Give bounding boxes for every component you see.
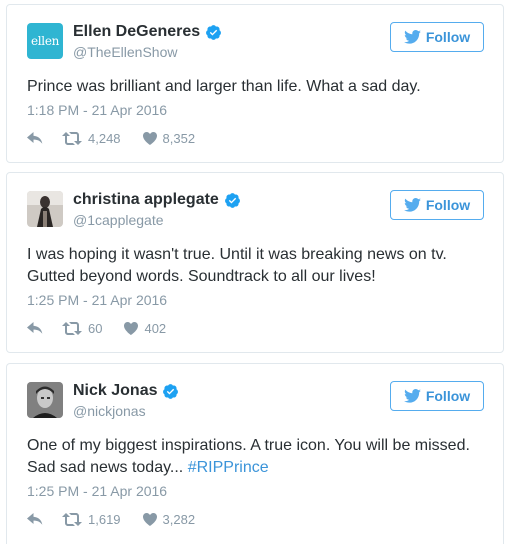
retweet-icon [62, 513, 82, 526]
tweet-timestamp[interactable]: 1:25 PM - 21 Apr 2016 [27, 292, 167, 308]
reply-icon [27, 322, 43, 334]
author-handle[interactable]: @nickjonas [73, 403, 146, 419]
author-name[interactable]: Nick Jonas [73, 382, 157, 400]
retweet-button[interactable]: 1,619 [62, 512, 121, 527]
author-handle[interactable]: @1capplegate [73, 212, 164, 228]
hashtag-link[interactable]: #RIPPrince [188, 459, 269, 476]
like-button[interactable]: 8,352 [142, 131, 196, 146]
heart-icon [142, 513, 157, 526]
retweet-button[interactable]: 60 [62, 321, 102, 336]
reply-button[interactable] [27, 322, 62, 335]
follow-label: Follow [425, 388, 471, 404]
retweet-icon [62, 132, 82, 145]
retweet-count: 4,248 [88, 131, 121, 146]
tweet-text: I was hoping it wasn't true. Until it wa… [27, 244, 483, 288]
tweet-card-nickjonas: Nick Jonas @nickjonas Follow One of my b… [6, 363, 504, 544]
like-count: 3,282 [162, 512, 196, 527]
tweet-timestamp[interactable]: 1:25 PM - 21 Apr 2016 [27, 483, 167, 499]
follow-label: Follow [425, 29, 471, 45]
reply-icon [27, 513, 43, 525]
follow-button[interactable]: Follow [390, 381, 484, 411]
verified-badge-icon [206, 24, 222, 40]
like-button[interactable]: 402 [124, 321, 166, 336]
avatar-photo [27, 191, 63, 227]
verified-badge-icon [163, 383, 179, 399]
heart-icon [142, 132, 157, 145]
tweet-card-applegate: christina applegate @1capplegate Follow … [6, 172, 504, 353]
like-button[interactable]: 3,282 [142, 512, 196, 527]
twitter-bird-icon [403, 198, 421, 212]
tweet-text-line: Gutted beyond words. Soundtrack to all o… [27, 268, 376, 285]
heart-icon [124, 322, 139, 335]
avatar-ellen[interactable]: ellen [27, 23, 63, 59]
tweet-text: Prince was brilliant and larger than lif… [27, 76, 483, 98]
author-name[interactable]: Ellen DeGeneres [73, 23, 200, 41]
tweet-text-line: One of my biggest inspirations. A true i… [27, 437, 470, 454]
twitter-bird-icon [403, 30, 421, 44]
tweet-actions: 4,248 8,352 [27, 131, 195, 146]
verified-badge-icon [224, 192, 240, 208]
reply-button[interactable] [27, 513, 62, 526]
like-count: 402 [144, 321, 167, 336]
reply-icon [27, 132, 43, 144]
author-name[interactable]: christina applegate [73, 191, 219, 209]
tweet-text-line: Prince was brilliant and larger than lif… [27, 78, 421, 95]
follow-button[interactable]: Follow [390, 190, 484, 220]
retweet-count: 60 [88, 321, 103, 336]
retweet-count: 1,619 [88, 512, 121, 527]
tweet-timestamp[interactable]: 1:18 PM - 21 Apr 2016 [27, 102, 167, 118]
twitter-bird-icon [403, 389, 421, 403]
follow-label: Follow [425, 197, 471, 213]
retweet-button[interactable]: 4,248 [62, 131, 121, 146]
avatar-applegate[interactable] [27, 191, 63, 227]
avatar-logo-text: ellen [30, 34, 60, 48]
avatar-nickjonas[interactable] [27, 382, 63, 418]
reply-button[interactable] [27, 132, 62, 145]
author-handle[interactable]: @TheEllenShow [73, 44, 178, 60]
tweet-actions: 60 402 [27, 321, 166, 336]
like-count: 8,352 [162, 131, 196, 146]
tweet-text-segment: Sad sad news today... [27, 459, 184, 476]
tweet-actions: 1,619 3,282 [27, 512, 195, 527]
tweet-text: One of my biggest inspirations. A true i… [27, 435, 483, 479]
tweet-text-line: Sad sad news today... #RIPPrince [27, 457, 483, 479]
tweet-card-ellen: ellen Ellen DeGeneres @TheEllenShow Foll… [6, 4, 504, 163]
avatar-photo [27, 382, 63, 418]
retweet-icon [62, 322, 82, 335]
follow-button[interactable]: Follow [390, 22, 484, 52]
tweet-text-line: I was hoping it wasn't true. Until it wa… [27, 246, 447, 263]
